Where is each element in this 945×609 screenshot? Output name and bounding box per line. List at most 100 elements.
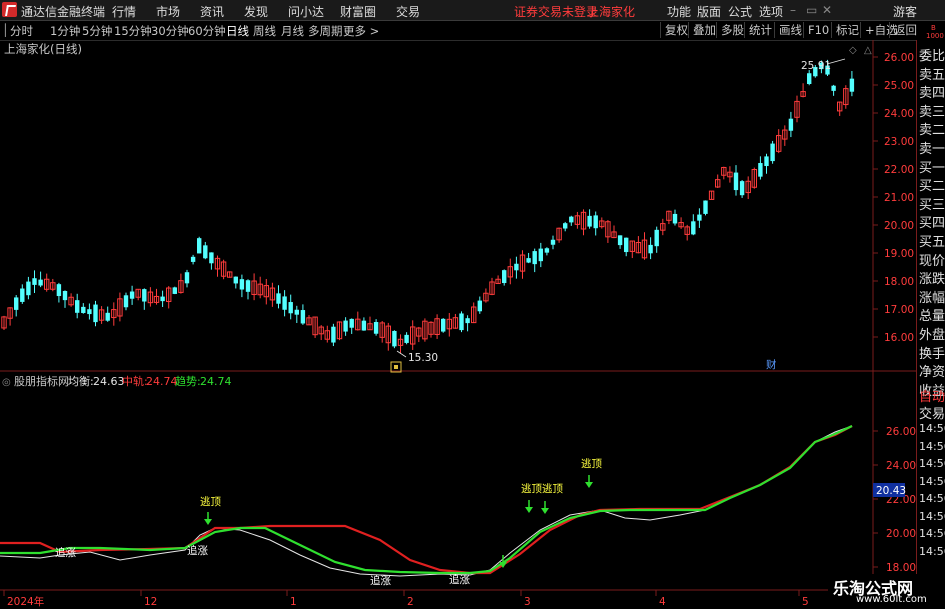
app-title: 通达信金融终端 <box>21 5 106 19</box>
signal-arrow-head <box>525 507 533 513</box>
x-tick-label: 4 <box>659 596 666 608</box>
quote-label: 卖三 <box>919 104 945 120</box>
quote-label: 外盘 <box>919 328 945 343</box>
ind-y-tick-label: 18.00 <box>886 562 916 574</box>
quote-label: 买五 <box>919 235 945 250</box>
candle-body <box>331 326 336 343</box>
quote-label: 卖二 <box>919 123 945 139</box>
menu-shichang[interactable]: 市场 <box>156 3 180 20</box>
restore-button[interactable]: ▭ <box>806 3 817 17</box>
candle-body <box>203 245 208 259</box>
candle-body <box>26 281 31 296</box>
candle-body <box>532 251 537 265</box>
btn-huaxian[interactable]: 画线 <box>774 22 806 38</box>
menu-zixun[interactable]: 资讯 <box>200 3 224 20</box>
candle-body <box>75 300 80 313</box>
menu-caifuquan[interactable]: 财富圈 <box>340 3 376 20</box>
period-daily[interactable]: 日线 <box>226 23 249 39</box>
stock-name-top: 上海家化 <box>587 5 636 19</box>
menu-hangqing[interactable]: 行情 <box>112 3 136 20</box>
indicator-mid-label: 中轨: <box>122 374 148 388</box>
candle-body <box>404 334 409 343</box>
menu-faxian[interactable]: 发现 <box>244 3 268 20</box>
user-label[interactable]: 游客 <box>893 3 917 20</box>
candle-body <box>184 272 190 284</box>
candle-body <box>788 118 794 131</box>
indicator-name: 股朋指标网 <box>14 374 69 388</box>
main-y-tick-label: 24.00 <box>884 108 914 120</box>
period-5min[interactable]: 5分钟 <box>82 23 112 39</box>
ind-y-tick-label: 20.00 <box>886 528 916 540</box>
finance-marker[interactable]: 财 <box>766 358 777 371</box>
candle-body <box>459 313 464 331</box>
quote-label: 卖一 <box>919 142 945 157</box>
candle-body <box>514 263 519 271</box>
menu-xuanxiang[interactable]: 选项 <box>759 3 783 20</box>
menu-banmian[interactable]: 版面 <box>697 3 721 20</box>
period-15min[interactable]: 15分钟 <box>114 23 152 39</box>
candle-body <box>538 248 543 262</box>
main-y-tick-label: 21.00 <box>884 192 914 204</box>
candle-body <box>739 181 745 196</box>
candle-body <box>209 252 214 264</box>
candle-body <box>849 78 855 92</box>
candle-body <box>62 290 68 301</box>
btn-tongji[interactable]: 统计 <box>744 22 776 38</box>
triangle-icon: △ <box>864 45 872 56</box>
quote-label: 卖五 <box>919 67 945 83</box>
candle-body <box>282 296 287 310</box>
period-fenshi[interactable]: 分时 <box>10 23 33 39</box>
candle-body <box>87 309 92 315</box>
candle-body <box>648 244 653 254</box>
trade-label[interactable]: 交易 <box>919 403 945 422</box>
menu-wenxiaoda[interactable]: 问小达 <box>288 3 324 20</box>
period-60min[interactable]: 60分钟 <box>188 23 226 39</box>
candle-body <box>691 221 696 235</box>
quote-label: 涨幅 <box>919 290 945 306</box>
candle-body <box>239 279 245 290</box>
period-30min[interactable]: 30分钟 <box>151 23 189 39</box>
low-pointer <box>396 350 407 358</box>
chart-area[interactable]: 上海家化(日线) ◇ △ 26.0025.0024.0023.0022.0021… <box>0 40 916 609</box>
low-price-label: 15.30 <box>408 352 438 364</box>
tick-time: 14:56 <box>919 439 945 453</box>
candle-body <box>123 295 129 308</box>
watermark-url: www.60lt.com <box>856 594 927 605</box>
menu-gongshi[interactable]: 公式 <box>728 3 752 20</box>
title-bar <box>0 0 945 21</box>
main-y-tick-label: 17.00 <box>884 304 914 316</box>
candle-body <box>465 318 470 324</box>
minimize-button[interactable]: – <box>790 3 796 17</box>
menu-gongneng[interactable]: 功能 <box>667 3 691 20</box>
signal-label: 追涨 <box>449 573 470 586</box>
quote-label: 委比 <box>919 49 945 64</box>
btn-f10[interactable]: F10 <box>803 22 833 38</box>
candle-body <box>697 214 702 221</box>
period-1min[interactable]: 1分钟 <box>50 23 80 39</box>
candle-body <box>563 223 568 229</box>
candle-body <box>56 284 62 297</box>
candle-body <box>373 322 379 334</box>
indicator-collapse-icon[interactable]: ◎ <box>2 377 11 388</box>
btn-fanhui[interactable]: 返回 <box>889 22 921 38</box>
diamond-icon: ◇ <box>849 45 857 56</box>
candle-body <box>32 278 37 285</box>
quote-label: 卖四 <box>919 86 945 102</box>
period-multi[interactable]: 多周期 <box>308 23 343 39</box>
trade-status[interactable]: 证券交易未登录 <box>514 3 598 20</box>
btn-biaoji[interactable]: 标记 <box>831 22 863 38</box>
period-weekly[interactable]: 周线 <box>253 23 276 39</box>
signal-label: 逃顶 <box>200 495 221 508</box>
period-more[interactable]: 更多 > <box>343 23 379 39</box>
candle-body <box>770 143 775 162</box>
current-value: 20.43 <box>876 485 906 497</box>
x-tick-label: 2024年 <box>7 595 44 608</box>
candle-body <box>831 85 836 91</box>
quote-label: 净资 <box>919 365 945 381</box>
period-monthly[interactable]: 月线 <box>281 23 304 39</box>
candle-body <box>544 248 550 253</box>
candle-body <box>502 270 507 284</box>
tick-time: 14:56 <box>919 422 945 435</box>
menu-jiaoyi[interactable]: 交易 <box>396 3 420 20</box>
close-button[interactable]: ✕ <box>822 3 832 17</box>
